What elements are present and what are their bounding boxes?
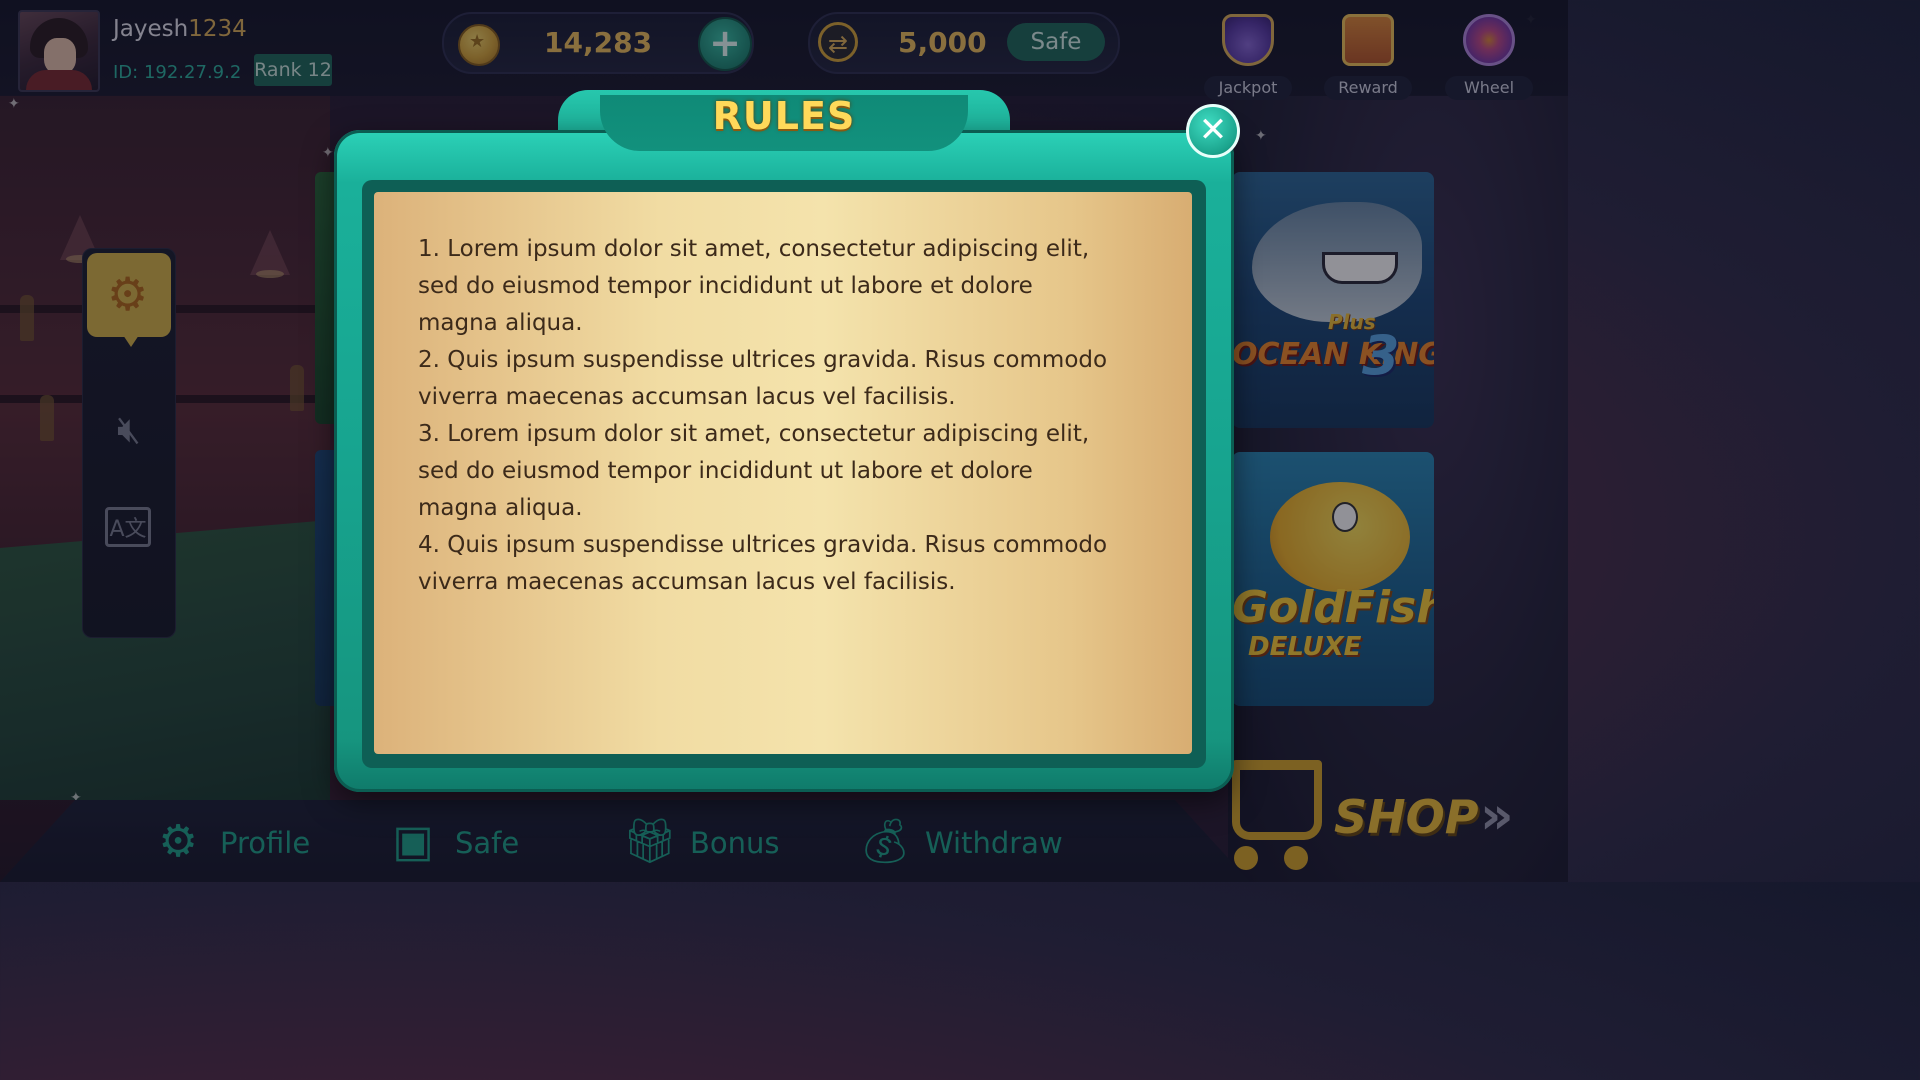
close-button[interactable]: ✕ <box>1186 104 1240 158</box>
rule-text-line: sed do eiusmod tempor incididunt ut labo… <box>418 273 1033 299</box>
rule-text-line: magna aliqua. <box>418 310 583 336</box>
rule-text-line: viverra maecenas accumsan lacus vel faci… <box>418 569 956 595</box>
rule-text-line: 1. Lorem ipsum dolor sit amet, consectet… <box>418 236 1090 262</box>
rule-text-line: magna aliqua. <box>418 495 583 521</box>
rule-text-line: 2. Quis ipsum suspendisse ultrices gravi… <box>418 347 1108 373</box>
rule-text-line: 4. Quis ipsum suspendisse ultrices gravi… <box>418 532 1108 558</box>
rule-text-line: viverra maecenas accumsan lacus vel faci… <box>418 384 956 410</box>
modal-title: RULES <box>712 94 856 138</box>
rule-text-line: sed do eiusmod tempor incididunt ut labo… <box>418 458 1033 484</box>
rule-text-line: 3. Lorem ipsum dolor sit amet, consectet… <box>418 421 1090 447</box>
